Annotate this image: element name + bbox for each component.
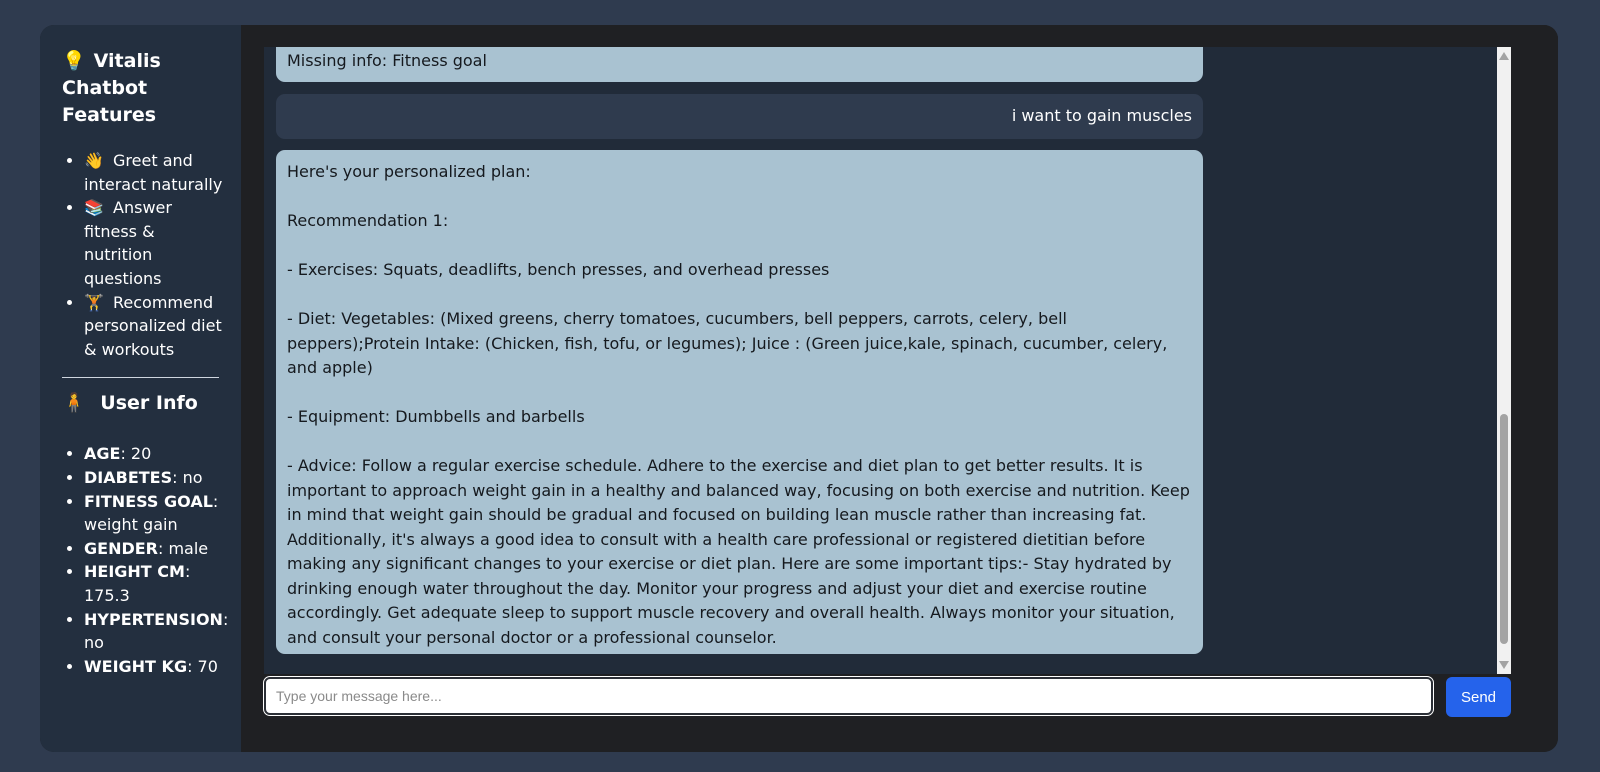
user-info-key: HEIGHT CM xyxy=(84,562,185,582)
chat-scrollbar[interactable] xyxy=(1497,47,1511,674)
user-info-item: HYPERTENSION: no xyxy=(84,608,228,655)
user-info-value: : no xyxy=(172,467,203,487)
books-icon: 📚 xyxy=(84,198,104,218)
message-composer: Send xyxy=(263,676,1511,717)
user-info-item: GENDER: male xyxy=(84,537,223,561)
message-input[interactable] xyxy=(263,676,1434,716)
user-info-key: HYPERTENSION xyxy=(84,609,223,629)
message-text: Missing info: Fitness goal xyxy=(287,51,487,70)
user-info-item: DIABETES: no xyxy=(84,466,223,490)
bot-message: Here's your personalized plan: Recommend… xyxy=(276,150,1203,654)
user-info-item: WEIGHT KG: 70 xyxy=(84,655,223,679)
plan-advice: - Advice: Follow a regular exercise sche… xyxy=(287,456,1195,647)
user-info-title: User Info xyxy=(100,392,198,415)
plan-exercises: - Exercises: Squats, deadlifts, bench pr… xyxy=(287,260,830,279)
user-info-key: WEIGHT KG xyxy=(84,656,188,676)
chat-app-window: 💡Vitalis Chatbot Features 👋 Greet and in… xyxy=(40,25,1558,752)
person-standing-icon: 🧍 xyxy=(62,392,86,415)
user-info-key: AGE xyxy=(84,444,121,464)
user-info-key: GENDER xyxy=(84,538,158,558)
user-info-value: : male xyxy=(157,538,209,558)
user-info-list: AGE: 20 DIABETES: no FITNESS GOAL: weigh… xyxy=(62,442,228,679)
waving-hand-icon: 👋 xyxy=(84,151,104,170)
user-info-item: FITNESS GOAL: weight gain xyxy=(84,490,223,537)
plan-equipment: - Equipment: Dumbbells and barbells xyxy=(287,407,585,426)
scroll-up-arrow-icon[interactable] xyxy=(1499,52,1509,60)
user-info-item: HEIGHT CM: 175.3 xyxy=(84,560,223,607)
user-info-key: FITNESS GOAL xyxy=(84,491,213,511)
plan-recommendation-title: Recommendation 1: xyxy=(287,211,449,230)
user-info-item: AGE: 20 xyxy=(84,442,223,466)
feature-item: 🏋️ Recommend personalized diet & workout… xyxy=(84,291,223,362)
sidebar: 💡Vitalis Chatbot Features 👋 Greet and in… xyxy=(40,25,241,752)
user-info-heading: 🧍 User Info xyxy=(62,390,223,417)
user-info-value: : 70 xyxy=(187,656,218,676)
feature-item: 📚 Answer fitness & nutrition questions xyxy=(84,196,223,290)
sidebar-divider xyxy=(62,377,219,379)
user-info-key: DIABETES xyxy=(84,467,173,487)
chat-main: Missing info: Fitness goal i want to gai… xyxy=(241,25,1558,752)
send-button[interactable]: Send xyxy=(1446,677,1511,717)
bot-message: Missing info: Fitness goal xyxy=(276,47,1203,82)
lightbulb-icon: 💡 xyxy=(62,50,86,72)
scrollbar-thumb[interactable] xyxy=(1500,414,1508,644)
feature-label: Greet and interact naturally xyxy=(84,151,223,194)
user-info-value: : 20 xyxy=(120,444,152,464)
plan-diet: - Diet: Vegetables: (Mixed greens, cherr… xyxy=(287,309,1173,377)
feature-label: Recommend personalized diet & workouts xyxy=(84,292,222,359)
chat-history[interactable]: Missing info: Fitness goal i want to gai… xyxy=(264,47,1497,674)
features-list: 👋 Greet and interact naturally 📚 Answer … xyxy=(62,149,223,361)
user-message: i want to gain muscles xyxy=(276,94,1203,139)
plan-intro: Here's your personalized plan: xyxy=(287,162,531,181)
scroll-down-arrow-icon[interactable] xyxy=(1499,661,1509,669)
weightlifter-icon: 🏋️ xyxy=(84,292,104,312)
feature-item: 👋 Greet and interact naturally xyxy=(84,149,223,196)
message-text: i want to gain muscles xyxy=(1011,106,1192,125)
features-heading: 💡 Vitalis Chatbot Features xyxy=(62,48,223,129)
